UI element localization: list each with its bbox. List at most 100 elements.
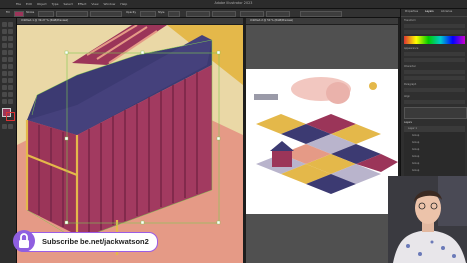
paragraph-row[interactable] bbox=[404, 88, 465, 92]
stroke-label: Stroke bbox=[26, 11, 35, 14]
control-bar: Fill Stroke Opacity Style bbox=[0, 9, 400, 18]
rotate-icon[interactable] bbox=[2, 64, 7, 69]
draw-mode-icon[interactable] bbox=[2, 124, 7, 129]
pencil-icon[interactable] bbox=[2, 57, 7, 62]
bbox-handle-br[interactable] bbox=[216, 220, 221, 225]
section-character: Character bbox=[404, 65, 416, 68]
document-tab-1-label: Untitled-1 @ 39.27 % (RGB/Preview) bbox=[21, 19, 69, 22]
color-spectrum[interactable] bbox=[404, 36, 465, 44]
tools-panel bbox=[0, 18, 17, 263]
transform-w-field[interactable] bbox=[240, 11, 264, 17]
layer-row[interactable]: Group bbox=[404, 168, 465, 174]
stroke-profile-select[interactable] bbox=[56, 11, 88, 17]
blend-icon[interactable] bbox=[8, 85, 13, 90]
hand-icon[interactable] bbox=[2, 99, 7, 104]
tab-properties[interactable]: Properties bbox=[405, 10, 418, 15]
bbox-handle-tm[interactable] bbox=[140, 50, 145, 55]
brush-select[interactable] bbox=[90, 11, 122, 17]
eraser-icon[interactable] bbox=[8, 57, 13, 62]
line-tool-icon[interactable] bbox=[8, 43, 13, 48]
stroke-weight-field[interactable] bbox=[38, 11, 54, 17]
stroke-color-swatch[interactable] bbox=[6, 112, 15, 121]
shape-builder-icon[interactable] bbox=[2, 78, 7, 83]
artboard-icon[interactable] bbox=[2, 92, 7, 97]
screen-mode-icon[interactable] bbox=[8, 124, 13, 129]
mini-barn bbox=[272, 149, 292, 167]
width-tool-icon[interactable] bbox=[2, 71, 7, 76]
fill-label: Fill bbox=[6, 11, 10, 14]
artboard-canvas-main[interactable] bbox=[17, 25, 243, 263]
subscribe-url[interactable]: be.net/jackwatson2 bbox=[80, 237, 149, 246]
transform-row-1[interactable] bbox=[404, 24, 465, 28]
scene-illustration bbox=[254, 77, 398, 194]
artboard-canvas-overview[interactable] bbox=[246, 25, 398, 263]
webcam-overlay bbox=[388, 176, 467, 263]
document-tab-2-label: Untitled-2 @ 50 % (RGB/Preview) bbox=[250, 19, 294, 22]
layer-row[interactable]: Layer 1 bbox=[404, 126, 465, 132]
style-select[interactable] bbox=[168, 11, 180, 17]
fill-swatch[interactable] bbox=[14, 11, 24, 17]
eyedropper-icon[interactable] bbox=[2, 85, 7, 90]
character-row-2[interactable] bbox=[404, 76, 465, 80]
layers-list: Layer 1 Group Group Group Group Group Gr… bbox=[404, 126, 465, 178]
opacity-field[interactable] bbox=[140, 11, 156, 17]
tab-layers[interactable]: Layers bbox=[425, 10, 434, 15]
bbox-handle-tr[interactable] bbox=[216, 50, 221, 55]
align-row[interactable] bbox=[404, 100, 465, 104]
layer-row[interactable]: Group bbox=[404, 147, 465, 153]
section-transform: Transform bbox=[404, 19, 416, 22]
style-label: Style bbox=[158, 11, 165, 14]
document-tab-1[interactable]: Untitled-1 @ 39.27 % (RGB/Preview) bbox=[17, 18, 243, 24]
document-tab-2[interactable]: Untitled-2 @ 50 % (RGB/Preview) bbox=[246, 18, 398, 24]
pen-tool-icon[interactable] bbox=[2, 36, 7, 41]
bbox-handle-bm[interactable] bbox=[140, 220, 145, 225]
lasso-icon[interactable] bbox=[8, 29, 13, 34]
artboard-overview[interactable] bbox=[246, 69, 398, 214]
section-appearance: Appearance bbox=[404, 47, 419, 50]
opacity-label: Opacity bbox=[126, 11, 136, 14]
direct-selection-icon[interactable] bbox=[8, 22, 13, 27]
barn-illustration bbox=[17, 25, 243, 263]
subscribe-label: Subscribe bbox=[42, 237, 79, 246]
brush-icon[interactable] bbox=[8, 50, 13, 55]
transform-y-field[interactable] bbox=[212, 11, 236, 17]
layer-row[interactable]: Group bbox=[404, 154, 465, 160]
selection-tool-icon[interactable] bbox=[2, 22, 7, 27]
layer-row[interactable]: Group bbox=[404, 140, 465, 146]
tab-libraries[interactable]: Libraries bbox=[441, 10, 452, 15]
align-controls[interactable] bbox=[300, 11, 342, 17]
appearance-row-1[interactable] bbox=[404, 52, 465, 56]
bbox-handle-bl[interactable] bbox=[64, 220, 69, 225]
menu-bar: File Edit Object Type Select Effect View… bbox=[0, 0, 467, 9]
transform-x-field[interactable] bbox=[186, 11, 210, 17]
panel-divider bbox=[401, 16, 467, 17]
subscribe-banner[interactable]: Subscribe be.net/jackwatson2 bbox=[14, 232, 158, 252]
magic-wand-icon[interactable] bbox=[2, 29, 7, 34]
layer-row[interactable]: Group bbox=[404, 161, 465, 167]
swatch-strip[interactable] bbox=[404, 107, 467, 119]
slice-icon[interactable] bbox=[8, 92, 13, 97]
layer-row[interactable]: Group bbox=[404, 133, 465, 139]
pig-head bbox=[326, 82, 350, 104]
free-transform-icon[interactable] bbox=[8, 71, 13, 76]
bbox-handle-mr[interactable] bbox=[216, 136, 221, 141]
bbox-handle-ml[interactable] bbox=[64, 136, 69, 141]
gradient-icon[interactable] bbox=[8, 78, 13, 83]
curvature-icon[interactable] bbox=[8, 36, 13, 41]
mini-barn-roof bbox=[270, 141, 294, 151]
transform-h-field[interactable] bbox=[266, 11, 290, 17]
transform-row-2[interactable] bbox=[404, 30, 465, 34]
section-paragraph: Paragraph bbox=[404, 83, 417, 86]
yellow-ball bbox=[369, 82, 377, 90]
character-row-1[interactable] bbox=[404, 70, 465, 74]
bbox-handle-tl[interactable] bbox=[64, 50, 69, 55]
scale-icon[interactable] bbox=[8, 64, 13, 69]
presenter-video bbox=[388, 176, 467, 263]
type-tool-icon[interactable] bbox=[2, 43, 7, 48]
appearance-row-2[interactable] bbox=[404, 58, 465, 62]
shape-tool-icon[interactable] bbox=[2, 50, 7, 55]
zoom-icon[interactable] bbox=[8, 99, 13, 104]
lock-icon bbox=[13, 230, 35, 252]
section-align: Align bbox=[404, 95, 410, 98]
window-title: Adobe Illustrator 2023 bbox=[214, 1, 253, 5]
